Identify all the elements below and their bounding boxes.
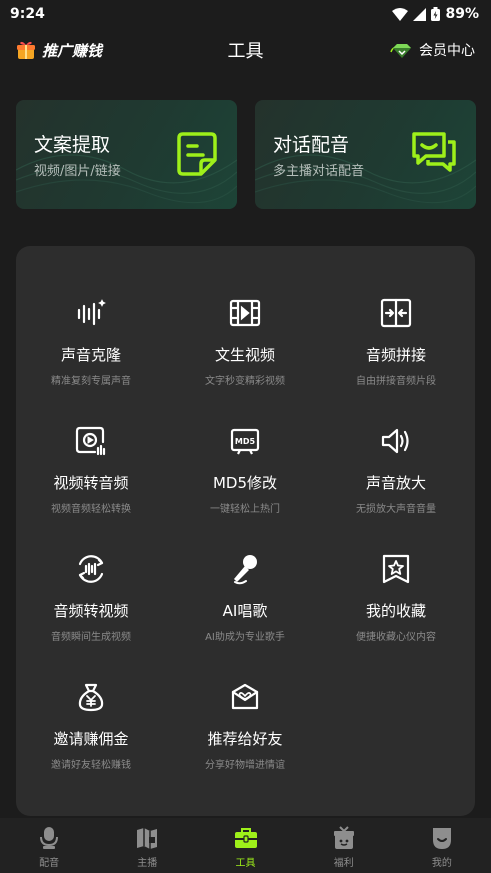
nav-label: 福利 xyxy=(333,858,354,869)
tool-name: 音频转视频 xyxy=(53,602,129,620)
tool-voice-clone[interactable]: 声音克隆 精准复刻专属声音 xyxy=(16,296,166,387)
promote-earn-button[interactable]: 推广赚钱 xyxy=(16,40,102,61)
gift-box-icon xyxy=(17,41,35,59)
vip-diamond-icon xyxy=(390,44,411,58)
battery-icon xyxy=(431,7,441,21)
tool-audio-merge[interactable]: 音频拼接 自由拼接音频片段 xyxy=(321,296,471,387)
tool-name: 声音放大 xyxy=(365,474,426,492)
tool-name: AI唱歌 xyxy=(222,602,268,620)
tool-desc: 自由拼接音频片段 xyxy=(356,376,436,387)
nav-label: 我的 xyxy=(431,858,452,869)
brand-label: 推广赚钱 xyxy=(42,41,103,60)
tool-audio-to-video[interactable]: 音频转视频 音频瞬间生成视频 xyxy=(16,552,166,643)
status-time: 9:24 xyxy=(10,6,45,22)
tool-video-to-audio[interactable]: 视频转音频 视频音频轻松转换 xyxy=(16,424,166,515)
battery-level: 89% xyxy=(445,6,479,22)
tool-desc: 视频音频轻松转换 xyxy=(51,504,131,515)
speaker-icon xyxy=(381,428,409,454)
document-extract-icon xyxy=(177,132,217,176)
tool-md5-modify[interactable]: MD5 MD5修改 一键轻松上热门 xyxy=(170,424,320,515)
nav-anchor[interactable]: 主播 xyxy=(98,818,196,873)
tool-name: 邀请赚佣金 xyxy=(53,730,129,748)
tool-recommend-friends[interactable]: 推荐给好友 分享好物增进情谊 xyxy=(170,680,320,771)
nav-label: 主播 xyxy=(137,858,158,869)
signal-icon xyxy=(413,7,427,21)
tool-invite-commission[interactable]: 邀请赚佣金 邀请好友轻松赚钱 xyxy=(16,680,166,771)
star-bookmark-icon xyxy=(382,554,410,584)
anchor-nav-icon xyxy=(137,828,158,849)
gift-nav-icon xyxy=(333,826,354,849)
microphone-icon xyxy=(234,555,257,585)
nav-label: 配音 xyxy=(39,858,60,869)
audio-merge-icon xyxy=(380,298,412,328)
bottom-nav: 配音 主播 工具 福利 我的 xyxy=(0,818,491,873)
tool-desc: 无损放大声音音量 xyxy=(356,504,436,515)
header: 推广赚钱 工具 会员中心 xyxy=(0,30,491,70)
md5-icon: MD5 xyxy=(230,428,260,455)
status-icons: 89% xyxy=(392,6,479,22)
video-to-audio-icon xyxy=(75,426,106,456)
nav-tools[interactable]: 工具 xyxy=(196,818,294,873)
vip-label: 会员中心 xyxy=(419,43,475,59)
card-subtitle: 视频/图片/链接 xyxy=(34,164,121,179)
tool-name: 音频拼接 xyxy=(365,346,426,364)
tool-name: 文生视频 xyxy=(214,346,275,364)
dialogue-dubbing-card[interactable]: 对话配音 多主播对话配音 xyxy=(255,100,476,209)
tool-name: MD5修改 xyxy=(212,474,278,492)
tools-panel: 声音克隆 精准复刻专属声音 文生视频 文字秒变精彩视频 音频拼接 自由拼接音频片… xyxy=(16,246,475,816)
film-icon xyxy=(229,299,261,327)
microphone-nav-icon xyxy=(40,827,59,849)
tool-volume-boost[interactable]: 声音放大 无损放大声音音量 xyxy=(321,424,471,515)
share-mail-icon xyxy=(231,683,259,710)
card-title: 对话配音 xyxy=(273,134,350,156)
tool-name: 视频转音频 xyxy=(53,474,129,492)
card-title: 文案提取 xyxy=(34,134,111,156)
tool-desc: 音频瞬间生成视频 xyxy=(51,632,131,643)
toolbox-nav-icon xyxy=(234,828,257,848)
card-subtitle: 多主播对话配音 xyxy=(273,164,365,179)
tool-desc: 文字秒变精彩视频 xyxy=(205,376,285,387)
status-bar: 9:24 89% xyxy=(0,0,491,28)
tool-name: 推荐给好友 xyxy=(207,730,283,748)
wifi-icon xyxy=(392,7,409,21)
nav-profile[interactable]: 我的 xyxy=(393,818,491,873)
tool-text-to-video[interactable]: 文生视频 文字秒变精彩视频 xyxy=(170,296,320,387)
svg-text:MD5: MD5 xyxy=(235,437,256,446)
tool-desc: AI助成为专业歌手 xyxy=(205,632,285,643)
tool-name: 声音克隆 xyxy=(60,346,121,364)
chat-bubbles-icon xyxy=(412,132,456,172)
text-extract-card[interactable]: 文案提取 视频/图片/链接 xyxy=(16,100,237,209)
tool-desc: 邀请好友轻松赚钱 xyxy=(51,760,131,771)
tool-name: 我的收藏 xyxy=(365,602,426,620)
voice-clone-icon xyxy=(77,299,106,326)
nav-dubbing[interactable]: 配音 xyxy=(0,818,98,873)
nav-welfare[interactable]: 福利 xyxy=(295,818,393,873)
vip-center-button[interactable]: 会员中心 xyxy=(389,40,475,60)
profile-nav-icon xyxy=(432,828,451,849)
tool-desc: 一键轻松上热门 xyxy=(210,504,280,515)
money-bag-icon xyxy=(78,683,104,712)
tool-desc: 分享好物增进情谊 xyxy=(205,760,285,771)
tool-my-favorites[interactable]: 我的收藏 便捷收藏心仪内容 xyxy=(321,552,471,643)
tool-desc: 精准复刻专属声音 xyxy=(51,376,131,387)
tool-desc: 便捷收藏心仪内容 xyxy=(356,632,436,643)
nav-label: 工具 xyxy=(235,858,256,869)
audio-to-video-icon xyxy=(78,555,104,583)
tool-ai-singing[interactable]: AI唱歌 AI助成为专业歌手 xyxy=(170,552,320,643)
